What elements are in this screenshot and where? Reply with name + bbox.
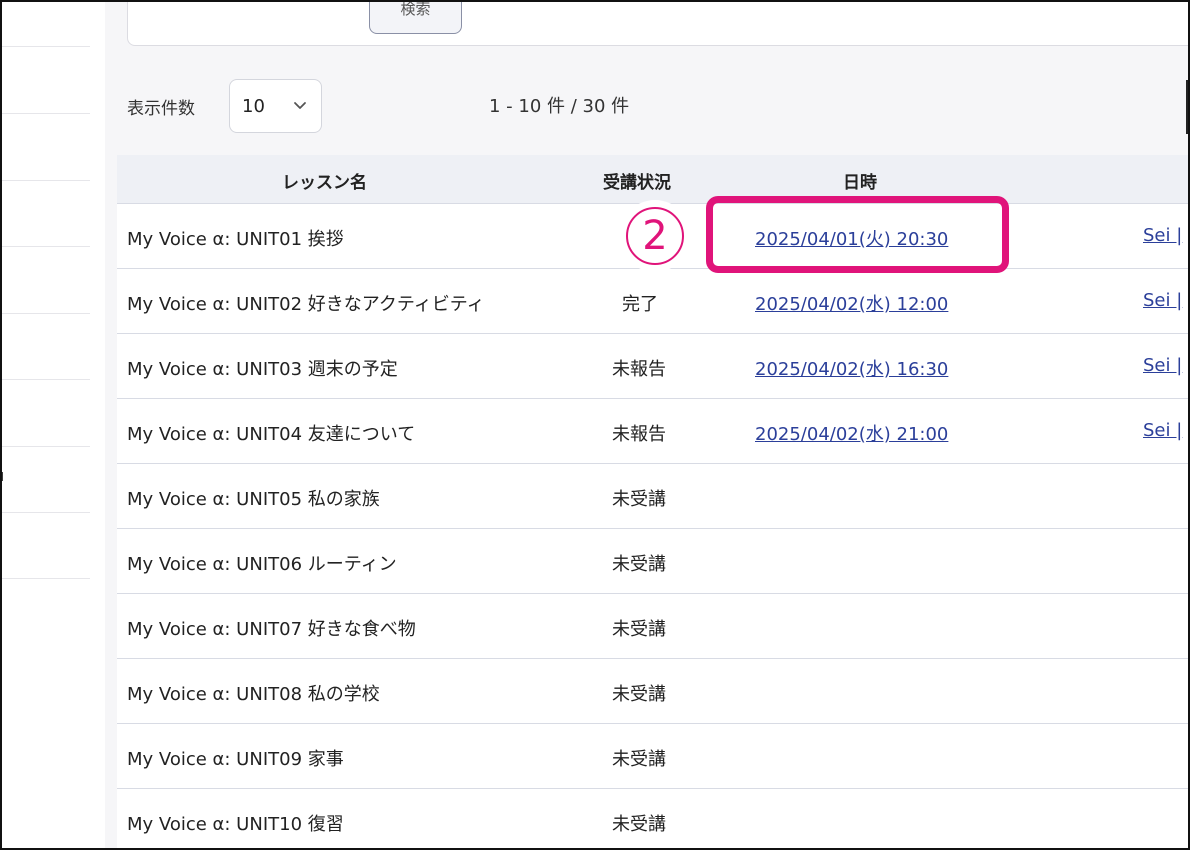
sidebar-divider [0, 246, 90, 247]
table-row: My Voice α: UNIT03 週末の予定 未報告 2025/04/02(… [117, 334, 1190, 399]
lesson-name: My Voice α: UNIT04 友達について [127, 424, 416, 445]
table-row: My Voice α: UNIT05 私の家族 未受講 [117, 464, 1190, 529]
table-row: My Voice α: UNIT06 ルーティン 未受講 [117, 529, 1190, 594]
sidebar-divider [0, 578, 90, 579]
lesson-status: 未報告 [612, 424, 666, 445]
sidebar-divider [0, 446, 90, 447]
per-page-select[interactable]: 10 [229, 79, 322, 133]
table-row: My Voice α: UNIT04 友達について 未報告 2025/04/02… [117, 399, 1190, 464]
sidebar: ı [0, 0, 105, 850]
table-row: My Voice α: UNIT02 好きなアクティビティ 完了 2025/04… [117, 269, 1190, 334]
lesson-datetime-link[interactable]: 2025/04/02(水) 16:30 [755, 355, 948, 381]
table-row: My Voice α: UNIT08 私の学校 未受講 [117, 659, 1190, 724]
table-row: My Voice α: UNIT07 好きな食べ物 未受講 [117, 594, 1190, 659]
lesson-name: My Voice α: UNIT02 好きなアクティビティ [127, 294, 485, 315]
lesson-status: 未受講 [612, 554, 666, 575]
right-edge-control[interactable] [1186, 80, 1190, 134]
step-number: 2 [626, 207, 684, 265]
lesson-datetime-link[interactable]: 2025/04/02(水) 12:00 [755, 290, 948, 316]
lesson-name: My Voice α: UNIT01 挨拶 [127, 229, 344, 250]
table-row: My Voice α: UNIT10 復習 未受講 [117, 789, 1190, 850]
lesson-name: My Voice α: UNIT10 復習 [127, 814, 344, 835]
lesson-name: My Voice α: UNIT05 私の家族 [127, 489, 380, 510]
sidebar-divider [0, 512, 90, 513]
lesson-name: My Voice α: UNIT08 私の学校 [127, 684, 380, 705]
teacher-link[interactable]: Sei | [1143, 420, 1182, 441]
chevron-down-icon [294, 102, 306, 109]
lesson-status: 未受講 [612, 684, 666, 705]
lesson-name: My Voice α: UNIT03 週末の予定 [127, 359, 398, 380]
sidebar-divider [0, 313, 90, 314]
per-page-label: 表示件数 [127, 99, 195, 119]
table-row: My Voice α: UNIT09 家事 未受講 [117, 724, 1190, 789]
annotation-highlight-box [706, 196, 1009, 273]
result-range-text: 1 - 10 件 / 30 件 [489, 96, 630, 117]
sidebar-divider [0, 379, 90, 380]
lesson-name: My Voice α: UNIT09 家事 [127, 749, 344, 770]
sidebar-item-partial-label[interactable]: ı [0, 466, 4, 485]
teacher-link[interactable]: Sei | [1143, 355, 1182, 376]
teacher-link[interactable]: Sei | [1143, 290, 1182, 311]
search-panel [127, 0, 1190, 46]
sidebar-divider [0, 113, 90, 114]
per-page-value: 10 [242, 95, 265, 117]
lesson-status: 未受講 [612, 489, 666, 510]
lesson-status: 未受講 [612, 814, 666, 835]
lesson-status: 未受講 [612, 749, 666, 770]
lesson-name: My Voice α: UNIT07 好きな食べ物 [127, 619, 416, 640]
lesson-status: 完了 [622, 294, 658, 315]
sidebar-divider [0, 46, 90, 47]
search-button[interactable]: 検索 [369, 0, 462, 34]
column-header-status: 受講状況 [603, 173, 671, 193]
table-header: レッスン名 受講状況 日時 [117, 155, 1190, 204]
lesson-status: 未報告 [612, 359, 666, 380]
lesson-status: 未受講 [612, 619, 666, 640]
lesson-name: My Voice α: UNIT06 ルーティン [127, 554, 397, 575]
annotation-step-badge: 2 [619, 200, 691, 272]
column-header-datetime: 日時 [843, 173, 877, 193]
lesson-datetime-link[interactable]: 2025/04/02(水) 21:00 [755, 420, 948, 446]
teacher-link[interactable]: Sei | [1143, 225, 1182, 246]
sidebar-divider [0, 180, 90, 181]
column-header-lesson: レッスン名 [282, 173, 367, 193]
